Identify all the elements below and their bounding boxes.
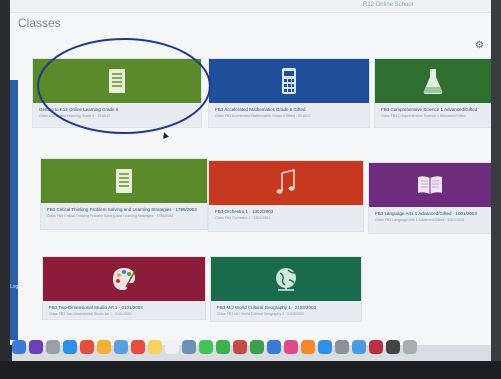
page-title: Classes bbox=[18, 16, 61, 30]
class-banner bbox=[369, 163, 491, 207]
class-card[interactable]: FB3 Orchestra 1 · 1302/2003 Class FB3 Or… bbox=[208, 160, 364, 232]
preview-icon[interactable] bbox=[182, 340, 196, 354]
left-nav-label: Log in bbox=[10, 284, 24, 290]
class-subtitle: Class FB3 Accelerated Mathematics Grade … bbox=[215, 114, 311, 118]
class-card[interactable]: FB3 Language Arts 1 Advanced/Gifted · 10… bbox=[368, 162, 492, 234]
itunes-icon[interactable] bbox=[284, 340, 298, 354]
class-subtitle: Class FB3 M/J World Cultural Geography 1… bbox=[217, 312, 304, 316]
class-card[interactable]: FB3 M/J World Cultural Geography 1 · 210… bbox=[210, 256, 362, 322]
monitor-bezel-bottom bbox=[0, 361, 501, 379]
slack-icon[interactable] bbox=[369, 340, 383, 354]
palette-icon bbox=[113, 268, 137, 290]
launchpad-icon[interactable] bbox=[46, 340, 60, 354]
app-window: R12 Online School Log in Classes ⚙ Getti… bbox=[10, 0, 493, 345]
class-name[interactable]: FB3 M/J World Cultural Geography 1 · 210… bbox=[217, 305, 357, 310]
notes-icon[interactable] bbox=[148, 340, 162, 354]
document-icon bbox=[109, 69, 125, 93]
class-banner bbox=[211, 257, 361, 301]
class-subtitle: Class FB3 Orchestra 1 · 1302/2003 bbox=[215, 216, 271, 220]
system-preferences-icon[interactable] bbox=[335, 340, 349, 354]
safari-icon[interactable] bbox=[63, 340, 77, 354]
class-card[interactable]: FB3 Critical Thinking Problem Solving an… bbox=[40, 158, 208, 230]
class-banner bbox=[209, 161, 363, 205]
class-card[interactable]: Getting to K12 Online Learning Grade 6 C… bbox=[32, 58, 202, 128]
class-subtitle: Class FB3 Language Arts 1 Advanced/Gifte… bbox=[375, 218, 464, 222]
mouse-cursor-icon bbox=[161, 131, 169, 139]
reminders-icon[interactable] bbox=[165, 340, 179, 354]
browser-topbar: R12 Online School bbox=[10, 0, 493, 13]
book-icon bbox=[418, 176, 442, 194]
globe-icon bbox=[276, 268, 296, 291]
class-card[interactable]: FB3 Comprehensive Science 1 Advanced/Gif… bbox=[374, 58, 492, 128]
siri-icon[interactable] bbox=[29, 340, 43, 354]
class-name[interactable]: Getting to K12 Online Learning Grade 6 bbox=[39, 107, 197, 112]
class-card[interactable]: FB3 Two-Dimensional Studio Art 1 · 0101/… bbox=[42, 256, 206, 320]
class-banner bbox=[209, 59, 369, 103]
messages-icon[interactable] bbox=[199, 340, 213, 354]
class-subtitle: Class FB3 Critical Thinking Problem Solv… bbox=[47, 214, 174, 218]
class-subtitle: Class K12 Online Learning Grade 6 · 2016… bbox=[39, 114, 111, 118]
class-subtitle: Class FB3 Comprehensive Science 1 Advanc… bbox=[381, 114, 466, 118]
numbers-icon[interactable] bbox=[250, 340, 264, 354]
facetime-icon[interactable] bbox=[216, 340, 230, 354]
class-name[interactable]: FB3 Two-Dimensional Studio Art 1 · 0101/… bbox=[49, 305, 201, 310]
macos-dock bbox=[8, 333, 497, 361]
topbar-text: R12 Online School bbox=[362, 2, 413, 8]
calculator-app-icon[interactable] bbox=[386, 340, 400, 354]
trash-icon[interactable] bbox=[403, 340, 417, 354]
calculator-icon bbox=[282, 68, 296, 94]
photo-booth-icon[interactable] bbox=[233, 340, 247, 354]
finder-icon[interactable] bbox=[12, 340, 26, 354]
left-nav-strip[interactable] bbox=[10, 80, 18, 340]
gear-icon[interactable]: ⚙ bbox=[475, 40, 487, 52]
ibooks-icon[interactable] bbox=[301, 340, 315, 354]
class-name[interactable]: FB3 Language Arts 1 Advanced/Gifted · 10… bbox=[375, 211, 487, 216]
class-name[interactable]: FB3 Orchestra 1 · 1302/2003 bbox=[215, 209, 359, 214]
chrome-icon[interactable] bbox=[80, 340, 94, 354]
class-card[interactable]: FB3 Accelerated Mathematics Grade 6 Gift… bbox=[208, 58, 370, 128]
app-store-icon[interactable] bbox=[318, 340, 332, 354]
class-name[interactable]: FB3 Critical Thinking Problem Solving an… bbox=[47, 207, 203, 212]
class-banner bbox=[43, 257, 205, 301]
class-subtitle: Class FB3 Two-Dimensional Studio Art 1 ·… bbox=[49, 312, 132, 316]
class-banner bbox=[375, 59, 491, 103]
keynote-icon[interactable] bbox=[267, 340, 281, 354]
class-name[interactable]: FB3 Comprehensive Science 1 Advanced/Gif… bbox=[381, 107, 487, 112]
monitor-bezel-right bbox=[491, 0, 501, 379]
document-icon bbox=[116, 169, 132, 193]
music-note-icon bbox=[276, 168, 295, 194]
flask-icon bbox=[423, 69, 443, 94]
calendar-icon[interactable] bbox=[131, 340, 145, 354]
class-name[interactable]: FB3 Accelerated Mathematics Grade 6 Gift… bbox=[215, 107, 365, 112]
mail-stamp-icon[interactable] bbox=[352, 340, 366, 354]
photos-icon[interactable] bbox=[97, 340, 111, 354]
class-banner bbox=[41, 159, 207, 203]
mail-icon[interactable] bbox=[114, 340, 128, 354]
class-banner bbox=[33, 59, 201, 103]
